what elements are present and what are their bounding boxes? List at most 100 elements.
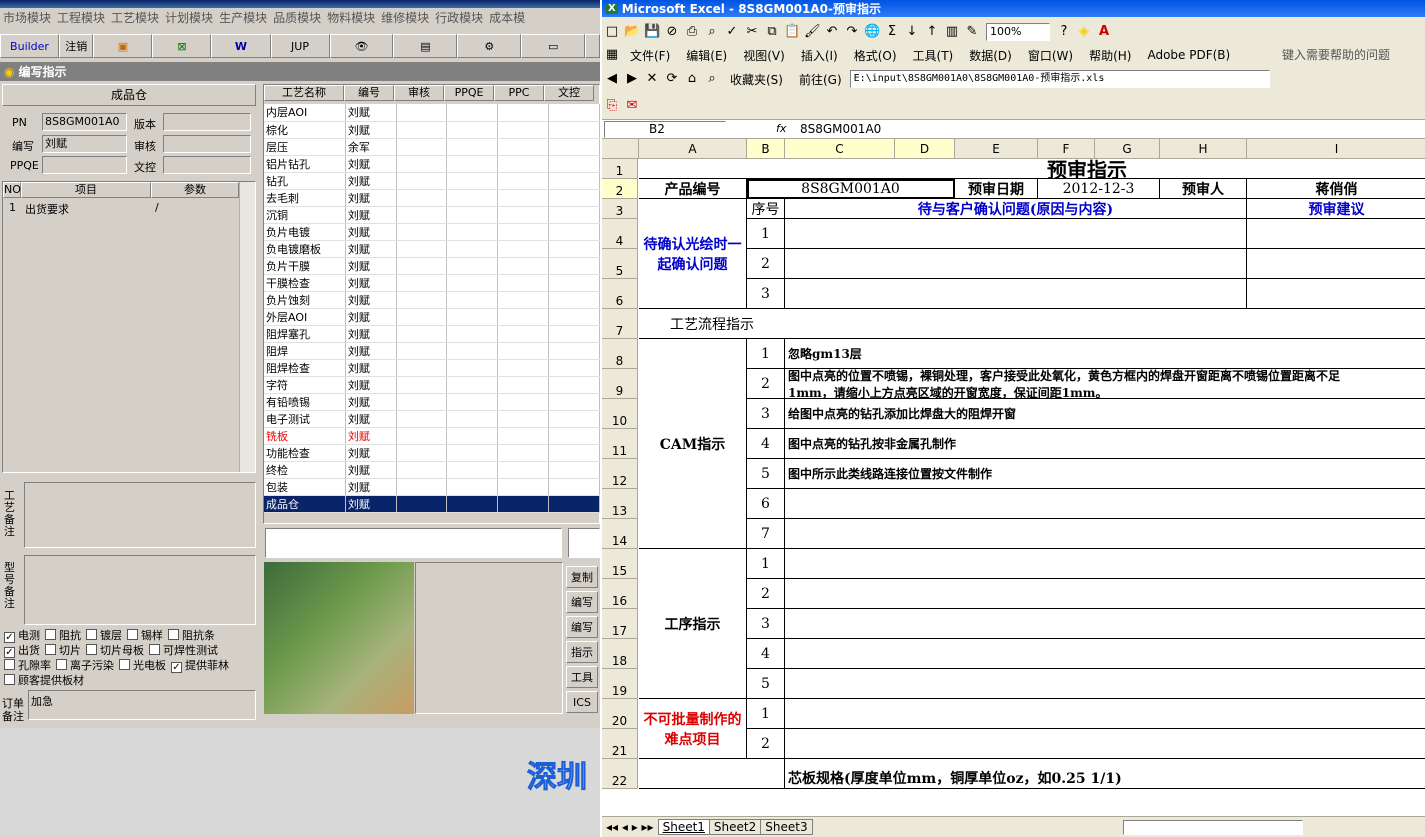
process-empty-cell[interactable] [497, 325, 550, 343]
process-empty-cell[interactable] [396, 342, 448, 360]
process-empty-cell[interactable] [497, 223, 550, 241]
process-code-cell[interactable]: 刘赋 [345, 223, 397, 241]
checkbox-icon[interactable] [86, 629, 97, 640]
process-empty-cell[interactable] [548, 155, 600, 173]
process-row[interactable]: 包装 刘赋 [264, 478, 600, 496]
process-empty-cell[interactable] [396, 376, 448, 394]
seq-cell[interactable]: 5 [747, 459, 785, 489]
process-empty-cell[interactable] [497, 444, 550, 462]
process-empty-cell[interactable] [497, 308, 550, 326]
option-checkbox[interactable]: 顾客提供板材 [4, 674, 84, 687]
item-name[interactable]: 出货要求 [25, 201, 69, 217]
process-name-cell[interactable]: 阻焊检查 [264, 359, 346, 377]
seq-cell[interactable]: 2 [747, 579, 785, 609]
process-code-cell[interactable]: 刘赋 [345, 121, 397, 139]
writer-field[interactable]: 刘赋 [42, 135, 127, 153]
open-icon[interactable]: 📂 [624, 24, 640, 40]
process-empty-cell[interactable] [446, 104, 499, 122]
process-empty-cell[interactable] [497, 206, 550, 224]
home-icon[interactable]: ⌂ [684, 71, 700, 87]
row-header[interactable]: 11 [602, 429, 638, 459]
print-preview-icon[interactable]: ⌕ [704, 24, 720, 40]
suggest-cell[interactable] [1247, 249, 1425, 279]
process-empty-cell[interactable] [548, 291, 600, 309]
seq-cell[interactable]: 4 [747, 429, 785, 459]
seq-cell[interactable]: 2 [747, 369, 785, 399]
tools-icon[interactable]: ⚙ [457, 34, 522, 58]
process-empty-cell[interactable] [548, 342, 600, 360]
checkbox-icon[interactable] [127, 629, 138, 640]
process-row[interactable]: 阻焊检查 刘赋 [264, 359, 600, 377]
process-code-cell[interactable]: 刘赋 [345, 444, 397, 462]
process-code-cell[interactable]: 刘赋 [345, 189, 397, 207]
process-empty-cell[interactable] [497, 342, 550, 360]
module-menu-item[interactable]: 计划模块 [162, 9, 216, 26]
process-empty-cell[interactable] [396, 308, 448, 326]
process-empty-cell[interactable] [396, 189, 448, 207]
process-note-field[interactable] [24, 482, 256, 548]
process-code-cell[interactable]: 刘赋 [345, 410, 397, 428]
process-code-cell[interactable]: 刘赋 [345, 172, 397, 190]
row-header[interactable]: 8 [602, 339, 638, 369]
checkbox-icon[interactable] [4, 674, 15, 685]
seq-cell[interactable]: 1 [747, 699, 785, 729]
process-empty-cell[interactable] [548, 308, 600, 326]
seq-cell[interactable]: 5 [747, 669, 785, 699]
row-header[interactable]: 21 [602, 729, 638, 759]
row-header[interactable]: 18 [602, 639, 638, 669]
process-empty-cell[interactable] [396, 121, 448, 139]
eye-icon[interactable]: 👁 [329, 34, 394, 58]
process-empty-cell[interactable] [548, 223, 600, 241]
process-empty-cell[interactable] [446, 172, 499, 190]
option-checkbox[interactable]: 锡样 [127, 629, 163, 642]
process-empty-cell[interactable] [548, 121, 600, 139]
process-row[interactable]: 外层AOI 刘赋 [264, 308, 600, 326]
hard-items-cell[interactable]: 不可批量制作的难点项目 [639, 699, 747, 759]
row-header[interactable]: 3 [602, 199, 638, 219]
process-empty-cell[interactable] [497, 138, 550, 156]
row-header[interactable]: 9 [602, 369, 638, 399]
process-empty-cell[interactable] [548, 461, 600, 479]
hard-item-cell[interactable] [785, 729, 1425, 759]
option-checkbox[interactable]: 光电板 [119, 659, 166, 672]
process-empty-cell[interactable] [446, 393, 499, 411]
format-painter-icon[interactable]: 🖌 [804, 24, 821, 40]
side-action-button[interactable]: 工具 [566, 666, 598, 688]
process-row[interactable]: 去毛刺 刘赋 [264, 189, 600, 207]
process-empty-cell[interactable] [396, 393, 448, 411]
excel-menu-item[interactable]: 插入(I) [801, 47, 838, 64]
column-header[interactable]: F [1038, 139, 1095, 159]
cam-group-cell[interactable]: CAM指示 [639, 339, 747, 549]
checkbox-icon[interactable] [86, 644, 97, 655]
stop-icon[interactable]: ✕ [644, 71, 660, 87]
row-header[interactable]: 5 [602, 249, 638, 279]
process-empty-cell[interactable] [548, 410, 600, 428]
seq-cell[interactable]: 3 [747, 399, 785, 429]
forward-icon[interactable]: ▶ [624, 71, 640, 87]
excel-menu-item[interactable]: Adobe PDF(B) [1147, 48, 1230, 62]
process-empty-cell[interactable] [497, 240, 550, 258]
option-checkbox[interactable]: ✓ 出货 [4, 644, 40, 658]
process-row[interactable]: 负片电镀 刘赋 [264, 223, 600, 241]
refresh-icon[interactable]: ⟳ [664, 71, 680, 87]
process-code-cell[interactable]: 刘赋 [345, 308, 397, 326]
process-empty-cell[interactable] [446, 155, 499, 173]
column-header[interactable]: A [639, 139, 747, 159]
address-field[interactable]: E:\input\8S8GM001A0\8S8GM001A0-预审指示.xls [849, 70, 1270, 88]
process-empty-cell[interactable] [446, 308, 499, 326]
process-empty-cell[interactable] [497, 104, 550, 122]
seq-cell[interactable]: 1 [747, 339, 785, 369]
process-name-cell[interactable]: 电子测试 [264, 410, 346, 428]
process-name-cell[interactable]: 有铅喷锡 [264, 393, 346, 411]
help-icon[interactable]: ? [1056, 24, 1072, 40]
process-row[interactable]: 负片干膜 刘赋 [264, 257, 600, 275]
process-name-cell[interactable]: 阻焊 [264, 342, 346, 360]
print-icon[interactable]: ⎙ [684, 24, 700, 40]
process-code-cell[interactable]: 刘赋 [345, 359, 397, 377]
seq-cell[interactable]: 3 [747, 609, 785, 639]
process-empty-cell[interactable] [497, 274, 550, 292]
tab-sheet3[interactable]: Sheet3 [761, 819, 813, 835]
process-name-cell[interactable]: 负电镀磨板 [264, 240, 346, 258]
new-icon[interactable]: □ [604, 24, 620, 40]
issue-cell[interactable] [785, 279, 1247, 309]
